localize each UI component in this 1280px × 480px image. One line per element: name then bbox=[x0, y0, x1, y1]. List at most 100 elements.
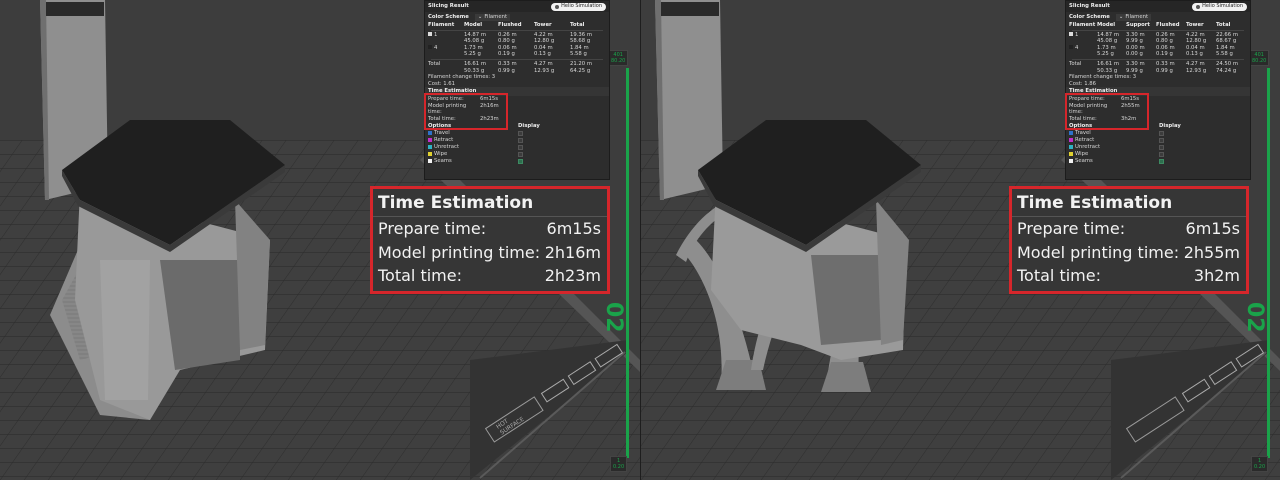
cell: 64.25 g bbox=[570, 67, 591, 74]
option-seams[interactable]: Seams bbox=[425, 158, 609, 165]
color-scheme-value: Filament bbox=[484, 13, 508, 20]
helio-simulation-button[interactable]: Helio Simulation bbox=[1192, 2, 1247, 11]
option-unretract[interactable]: Unretract bbox=[1066, 144, 1250, 151]
layer-slider-bottom-label[interactable]: 1 0.20 bbox=[1251, 456, 1269, 472]
color-scheme-select[interactable]: ⌄ Filament bbox=[1115, 13, 1152, 21]
unretract-checkbox[interactable] bbox=[1159, 144, 1164, 150]
cost-text: Cost: 1.61 bbox=[428, 80, 456, 87]
prepare-label: Prepare time: bbox=[1069, 96, 1105, 103]
helio-simulation-button[interactable]: Helio Simulation bbox=[551, 2, 606, 11]
option-label: Retract bbox=[1075, 136, 1095, 143]
cell: 0.00 m bbox=[1126, 44, 1145, 51]
seams-checkbox[interactable] bbox=[1159, 158, 1164, 164]
filament-table: Filament Model Flushed Tower Total 1 14.… bbox=[425, 22, 609, 74]
header-flushed: Flushed bbox=[1156, 22, 1180, 28]
option-wipe[interactable]: Wipe bbox=[1066, 151, 1250, 158]
cell: 0.26 m bbox=[1156, 31, 1175, 38]
option-retract[interactable]: Retract bbox=[1066, 137, 1250, 144]
filament-swatch bbox=[428, 45, 432, 50]
cell: 0.33 m bbox=[498, 61, 517, 68]
cell: 0.33 m bbox=[1156, 61, 1175, 68]
prepare-label: Prepare time: bbox=[428, 96, 464, 103]
option-label: Travel bbox=[1075, 129, 1091, 136]
retract-swatch bbox=[1069, 138, 1073, 143]
cell: 1.73 m bbox=[1097, 44, 1116, 51]
retract-checkbox[interactable] bbox=[1159, 137, 1164, 143]
option-wipe[interactable]: Wipe bbox=[425, 151, 609, 158]
options-label: Options bbox=[1069, 122, 1093, 129]
callout-prepare-value: 6m15s bbox=[1185, 219, 1240, 239]
header-filament: Filament bbox=[1069, 22, 1096, 28]
filament-id: 4 bbox=[1075, 44, 1079, 51]
model-time-value: 2h55m bbox=[1121, 102, 1140, 109]
option-label: Wipe bbox=[1075, 150, 1089, 157]
color-scheme-select[interactable]: ⌄ Filament bbox=[474, 13, 511, 21]
cell: 0.04 m bbox=[1186, 44, 1205, 51]
model-time-value: 2h16m bbox=[480, 102, 499, 109]
helio-label: Helio Simulation bbox=[1202, 3, 1243, 10]
travel-swatch bbox=[428, 131, 432, 136]
option-retract[interactable]: Retract bbox=[425, 137, 609, 144]
panel-title: Slicing Result bbox=[1069, 3, 1110, 10]
viewport-with-supports[interactable]: 02 401 80.20 1 0.20 Slicing Result Helio… bbox=[640, 0, 1280, 480]
callout-total-value: 3h2m bbox=[1193, 266, 1240, 286]
cell: 5.25 g bbox=[1097, 51, 1114, 58]
cell: 12.80 g bbox=[534, 38, 555, 45]
callout-prepare-label: Prepare time: bbox=[378, 219, 487, 239]
chevron-down-icon: ⌄ bbox=[1118, 13, 1124, 20]
unretract-swatch bbox=[428, 145, 432, 150]
option-seams[interactable]: Seams bbox=[1066, 158, 1250, 165]
option-label: Retract bbox=[434, 136, 454, 143]
time-estimation-callout: Time Estimation Prepare time: 6m15s Model… bbox=[370, 186, 610, 294]
option-travel[interactable]: Travel bbox=[1066, 130, 1250, 137]
cell: 22.66 m bbox=[1216, 31, 1239, 38]
header-tower: Tower bbox=[534, 22, 552, 28]
cell: 5.58 g bbox=[570, 51, 587, 58]
seams-checkbox[interactable] bbox=[518, 158, 523, 164]
cell: 0.13 g bbox=[1186, 51, 1203, 58]
model-time-label: Model printing time: bbox=[428, 102, 467, 116]
color-scheme-label: Color Scheme bbox=[428, 13, 469, 20]
option-label: Unretract bbox=[1075, 143, 1101, 150]
cell: 14.87 m bbox=[1097, 31, 1120, 38]
wipe-swatch bbox=[1069, 152, 1073, 157]
color-scheme-label: Color Scheme bbox=[1069, 13, 1110, 20]
cell: 50.33 g bbox=[464, 67, 485, 74]
callout-model-value: 2h55m bbox=[1183, 242, 1240, 262]
header-filament: Filament bbox=[428, 22, 455, 28]
layer-slider-bottom-label[interactable]: 1 0.20 bbox=[610, 456, 628, 472]
layer-slider-track bbox=[626, 68, 629, 458]
unretract-checkbox[interactable] bbox=[518, 144, 523, 150]
options-label: Options bbox=[428, 122, 452, 129]
prepare-value: 6m15s bbox=[480, 96, 499, 103]
time-estimation-title: Time Estimation bbox=[1066, 87, 1250, 97]
total-time-label: Total time: bbox=[1069, 115, 1097, 122]
travel-checkbox[interactable] bbox=[518, 130, 523, 136]
retract-swatch bbox=[428, 138, 432, 143]
cell: 0.00 g bbox=[1126, 51, 1143, 58]
callout-total-value: 2h23m bbox=[544, 266, 601, 286]
option-label: Travel bbox=[434, 129, 450, 136]
option-travel[interactable]: Travel bbox=[425, 130, 609, 137]
layer-slider-top-label[interactable]: 401 80.20 bbox=[1249, 50, 1270, 66]
callout-model-label: Model printing time: bbox=[1017, 242, 1180, 262]
option-unretract[interactable]: Unretract bbox=[425, 144, 609, 151]
cell: 50.33 g bbox=[1097, 67, 1118, 74]
helio-icon bbox=[555, 4, 560, 9]
display-label: Display bbox=[518, 122, 540, 129]
travel-checkbox[interactable] bbox=[1159, 130, 1164, 136]
retract-checkbox[interactable] bbox=[518, 137, 523, 143]
seams-swatch bbox=[1069, 159, 1073, 164]
header-model: Model bbox=[464, 22, 483, 28]
viewport-without-supports[interactable]: HOT SURFACE 02 401 80.20 1 0.20 Slicing … bbox=[0, 0, 640, 480]
header-tower: Tower bbox=[1186, 22, 1204, 28]
layer-slider-top-label[interactable]: 401 80.20 bbox=[608, 50, 629, 66]
wipe-checkbox[interactable] bbox=[1159, 151, 1164, 157]
callout-prepare-value: 6m15s bbox=[546, 219, 601, 239]
filament-swatch bbox=[1069, 45, 1073, 50]
cell: 12.93 g bbox=[1186, 67, 1207, 74]
slicing-result-panel: Slicing Result Helio Simulation Color Sc… bbox=[424, 0, 610, 180]
cell: 45.08 g bbox=[1097, 38, 1118, 45]
total-time-value: 3h2m bbox=[1121, 115, 1137, 122]
wipe-checkbox[interactable] bbox=[518, 151, 523, 157]
